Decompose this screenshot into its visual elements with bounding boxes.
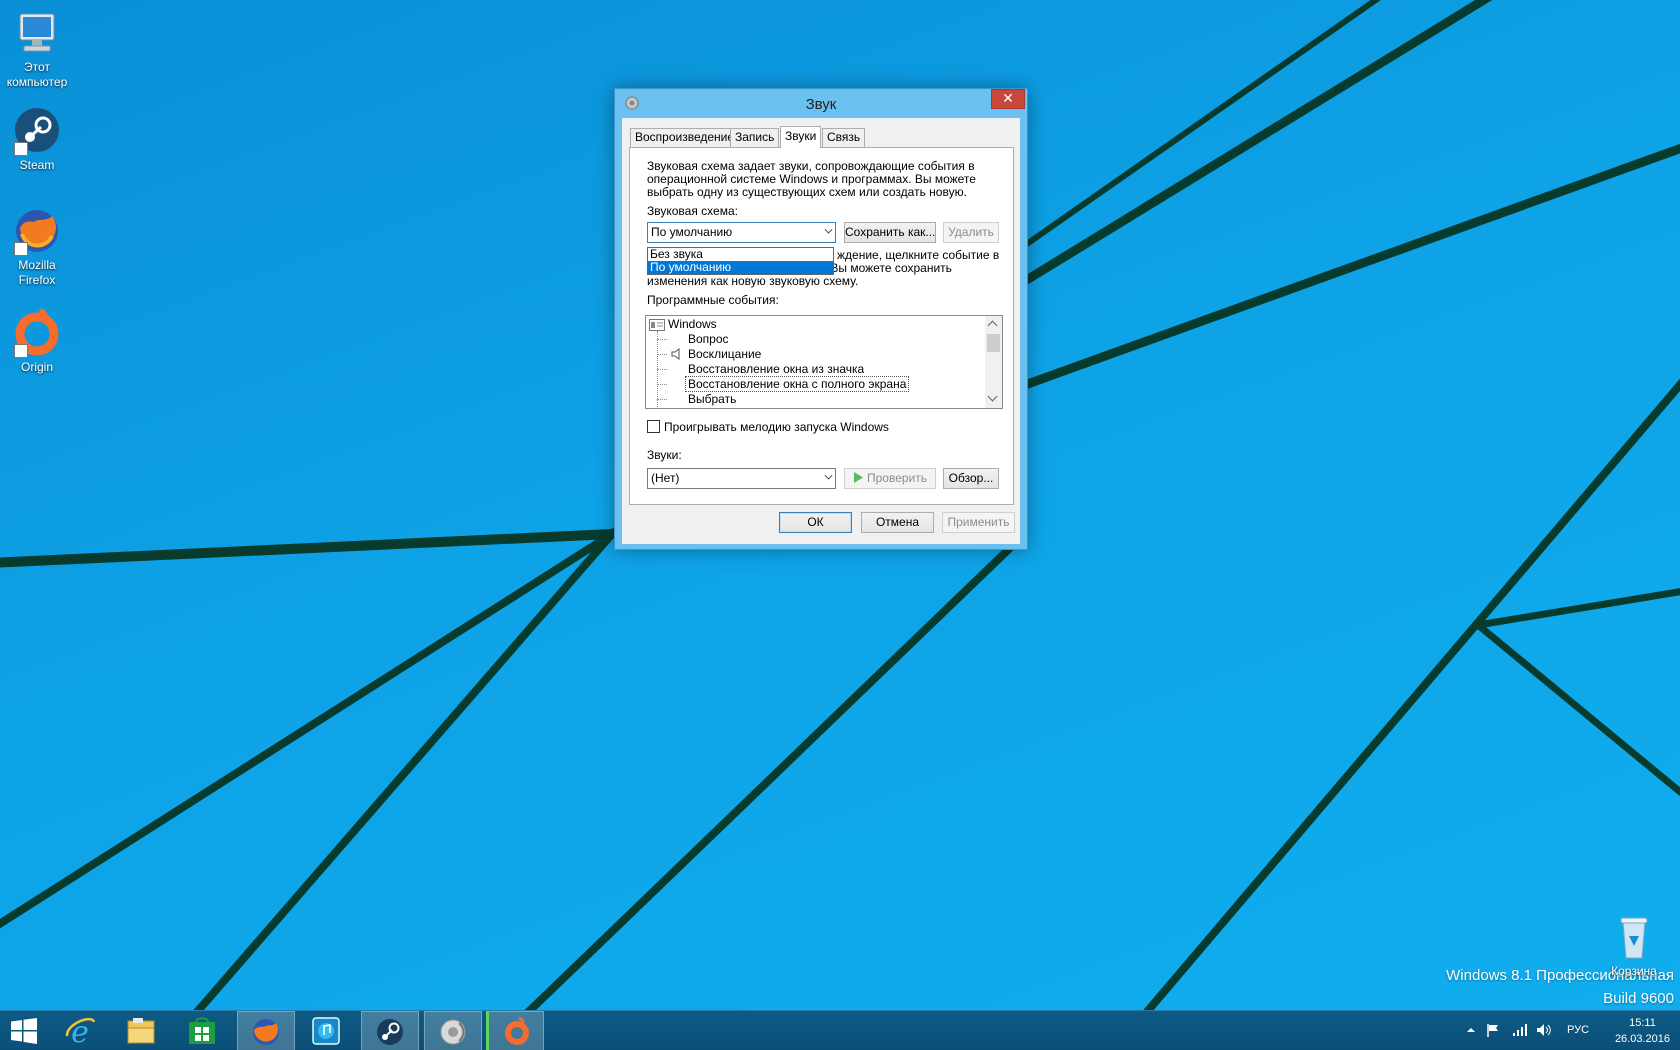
test-button-label: Проверить <box>866 471 927 485</box>
tree-line <box>657 354 667 355</box>
browse-button[interactable]: Обзор... <box>943 468 999 489</box>
windows-logo-icon <box>11 1018 37 1044</box>
firefox-icon <box>12 206 62 256</box>
startup-sound-checkbox[interactable] <box>647 420 660 433</box>
events-scrollbar[interactable] <box>985 316 1002 408</box>
tree-line <box>657 399 667 400</box>
sound-file-value: (Нет) <box>651 471 680 485</box>
chevron-down-icon <box>824 225 833 234</box>
tree-line <box>657 339 667 340</box>
steam-icon <box>12 106 62 156</box>
event-item[interactable]: Выбрать <box>688 392 736 406</box>
origin-icon <box>12 307 62 358</box>
taskbar-item-store[interactable] <box>174 1011 232 1050</box>
sounds-label: Звуки: <box>647 448 682 462</box>
event-item[interactable]: Восстановление окна из значка <box>688 362 864 376</box>
desktop-icon-this-pc[interactable]: Этот компьютер <box>0 8 74 90</box>
taskbar-item-file-explorer[interactable] <box>113 1011 171 1050</box>
scroll-down-icon[interactable] <box>987 391 998 402</box>
taskbar-item-origin[interactable] <box>486 1011 544 1050</box>
tab-sounds[interactable]: Звуки <box>780 126 822 148</box>
dialog-title: Звук <box>805 96 837 113</box>
taskbar-item-music[interactable] <box>298 1011 356 1050</box>
desktop-icon-firefox[interactable]: Mozilla Firefox <box>0 206 74 288</box>
desktop-icon-label: Steam <box>19 158 55 172</box>
events-label: Программные события: <box>647 293 779 307</box>
tree-line <box>657 384 667 385</box>
sound-scheme-select[interactable]: По умолчанию <box>647 222 836 243</box>
sound-scheme-dropdown-list: Без звука По умолчанию <box>647 247 834 275</box>
taskbar-item-firefox[interactable] <box>237 1011 295 1050</box>
sound-scheme-value: По умолчанию <box>651 225 733 239</box>
hint-line: изменения как новую звуковую схему. <box>647 274 859 288</box>
recycle-bin-icon <box>1609 912 1659 962</box>
scheme-label: Звуковая схема: <box>647 204 738 218</box>
shortcut-arrow-icon <box>14 344 28 358</box>
desktop-icon-recycle-bin[interactable]: Корзина <box>1597 912 1671 979</box>
event-item[interactable]: Вопрос <box>688 332 729 346</box>
tab-playback[interactable]: Воспроизведение <box>630 128 740 147</box>
tree-line <box>657 369 667 370</box>
shortcut-arrow-icon <box>14 242 28 256</box>
scroll-thumb[interactable] <box>987 334 1000 352</box>
delete-button[interactable]: Удалить <box>943 222 999 243</box>
program-events-tree[interactable]: Windows Вопрос Восклицание Восстановлени… <box>645 315 1003 409</box>
start-button[interactable] <box>0 1011 48 1050</box>
show-hidden-icons-chevron-up-icon[interactable] <box>1464 1023 1478 1037</box>
ok-button[interactable]: ОК <box>779 512 852 533</box>
tree-line <box>657 331 658 408</box>
sound-file-select[interactable]: (Нет) <box>647 468 836 489</box>
close-button[interactable]: ✕ <box>991 89 1025 109</box>
cancel-button[interactable]: Отмена <box>861 512 934 533</box>
event-item[interactable]: Восклицание <box>688 347 761 361</box>
windows-group-icon <box>649 319 665 331</box>
input-language-indicator[interactable]: РУС <box>1567 1024 1589 1036</box>
desktop-icon-label: Mozilla Firefox <box>18 258 56 287</box>
music-icon <box>312 1017 340 1045</box>
clock-time: 15:11 <box>1629 1017 1656 1029</box>
file-explorer-icon <box>127 1018 155 1044</box>
event-item-focused[interactable]: Восстановление окна с полного экрана <box>684 376 910 392</box>
network-signal-icon[interactable] <box>1512 1023 1527 1037</box>
taskbar-item-sound[interactable] <box>424 1011 482 1050</box>
taskbar: e РУС 15:11 26.03.2016 <box>0 1010 1680 1050</box>
tab-communications[interactable]: Связь <box>822 128 866 147</box>
title-bar[interactable]: Звук ✕ <box>615 89 1027 118</box>
speaker-icon <box>671 348 680 360</box>
save-as-button[interactable]: Сохранить как... <box>844 222 936 243</box>
dialog-client-area: Воспроизведение Запись Звуки Связь Звуко… <box>622 118 1020 544</box>
tab-recording[interactable]: Запись <box>730 128 780 147</box>
clock-date: 26.03.2016 <box>1614 1033 1670 1045</box>
taskbar-item-steam[interactable] <box>361 1011 419 1050</box>
desktop-icon-label: Этот компьютер <box>6 60 68 89</box>
sound-dialog: Звук ✕ Воспроизведение Запись Звуки Связ… <box>614 88 1028 550</box>
clock[interactable]: 15:11 26.03.2016 <box>1615 1015 1670 1047</box>
watermark-build: Build 9600 <box>1603 990 1674 1007</box>
scheme-option-default[interactable]: По умолчанию <box>648 261 833 274</box>
store-icon <box>189 1017 215 1044</box>
chevron-down-icon <box>824 471 833 480</box>
steam-icon <box>377 1019 403 1045</box>
shortcut-arrow-icon <box>14 142 28 156</box>
ie-icon: e <box>65 1016 96 1046</box>
action-center-flag-icon[interactable] <box>1486 1023 1500 1037</box>
computer-icon <box>12 8 62 58</box>
startup-sound-label: Проигрывать мелодию запуска Windows <box>664 420 889 434</box>
scroll-up-icon[interactable] <box>987 320 998 331</box>
taskbar-item-ie[interactable]: e <box>52 1011 110 1050</box>
apply-button[interactable]: Применить <box>942 512 1015 533</box>
sound-icon <box>440 1019 466 1045</box>
sounds-tab-panel: Звуковая схема задает звуки, сопровождаю… <box>629 147 1014 505</box>
desktop-icon-steam[interactable]: Steam <box>0 106 74 173</box>
play-icon <box>853 472 863 483</box>
test-button[interactable]: Проверить <box>844 468 936 489</box>
desktop-icon-origin[interactable]: Origin <box>0 307 74 375</box>
volume-icon[interactable] <box>1536 1023 1551 1037</box>
desktop-icon-label: Origin <box>20 360 53 374</box>
firefox-icon <box>253 1019 279 1045</box>
origin-icon <box>505 1017 529 1045</box>
description-line: выбрать одну из существующих схем или со… <box>647 185 967 199</box>
event-group-windows[interactable]: Windows <box>668 317 717 331</box>
desktop-icon-label: Корзина <box>1611 964 1657 978</box>
